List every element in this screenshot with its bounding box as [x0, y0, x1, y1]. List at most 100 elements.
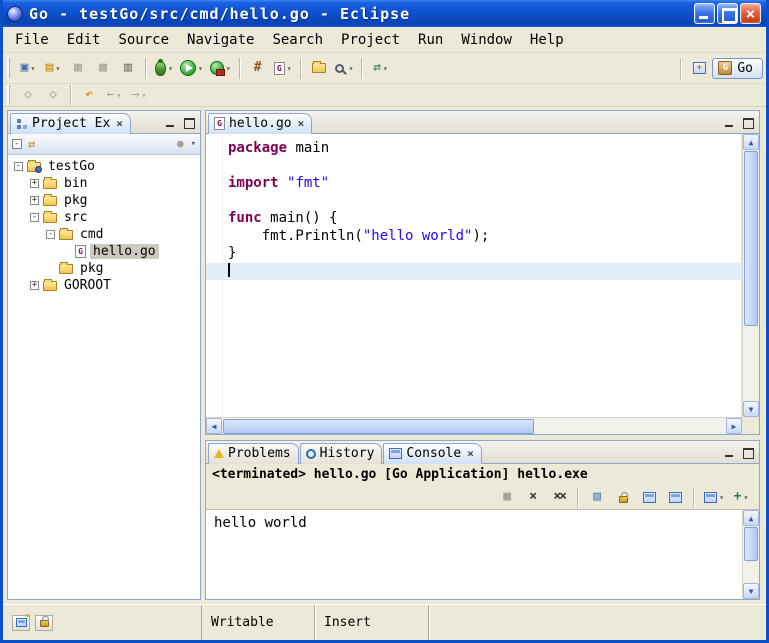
new-go-package-button[interactable]: #: [246, 56, 270, 80]
code-line[interactable]: fmt.Println("hello world");: [206, 228, 741, 246]
menu-edit[interactable]: Edit: [58, 29, 110, 51]
scroll-down-icon[interactable]: ▼: [743, 401, 759, 417]
save-all-button[interactable]: ▩: [91, 56, 115, 80]
titlebar[interactable]: Go - testGo/src/cmd/hello.go - Eclipse: [3, 0, 766, 27]
tab-hello-go[interactable]: G hello.go ×: [208, 113, 312, 134]
save-button[interactable]: ▦: [66, 56, 90, 80]
open-console-button[interactable]: +▾: [729, 485, 753, 509]
tab-problems[interactable]: Problems: [208, 443, 299, 464]
maximize-view-button[interactable]: [740, 446, 755, 459]
scrollbar-thumb[interactable]: [223, 419, 534, 434]
minus-expander-icon[interactable]: -: [14, 162, 23, 171]
external-tools-button[interactable]: ▾: [207, 56, 234, 80]
code-line[interactable]: [206, 158, 741, 176]
new-go-file-button[interactable]: G▾: [271, 56, 295, 80]
maximize-editor-button[interactable]: [740, 116, 755, 129]
minimize-editor-button[interactable]: [722, 116, 737, 129]
toolbar-grip[interactable]: [7, 58, 12, 78]
team-sync-button[interactable]: ⇄▾: [368, 56, 392, 80]
tab-project-explorer[interactable]: Project Ex ×: [10, 113, 131, 134]
tree-item-cmd[interactable]: -cmd: [8, 226, 200, 243]
forward-button[interactable]: →▾: [127, 83, 151, 107]
editor-vertical-scrollbar[interactable]: ▲ ▼: [742, 134, 759, 417]
scroll-down-icon[interactable]: ▼: [743, 583, 759, 599]
code-line[interactable]: package main: [206, 140, 741, 158]
close-icon[interactable]: ×: [298, 117, 305, 130]
back-button[interactable]: ←▾: [102, 83, 126, 107]
code-line[interactable]: import "fmt": [206, 175, 741, 193]
tree-item-pkg[interactable]: pkg: [8, 260, 200, 277]
scroll-lock-button[interactable]: [611, 485, 635, 509]
maximize-view-button[interactable]: [181, 116, 196, 129]
dropdown-icon[interactable]: ▾: [31, 64, 36, 73]
menu-search[interactable]: Search: [263, 29, 332, 51]
tab-history[interactable]: History: [300, 443, 383, 464]
dropdown-icon[interactable]: ▾: [287, 64, 292, 73]
dropdown-icon[interactable]: ▾: [383, 64, 388, 73]
menu-window[interactable]: Window: [452, 29, 521, 51]
close-icon[interactable]: ×: [116, 117, 123, 130]
minimize-view-button[interactable]: [722, 446, 737, 459]
window-minimize-button[interactable]: [694, 3, 715, 24]
view-menu-icon[interactable]: ▾: [191, 139, 196, 149]
toolbar-grip[interactable]: [7, 85, 12, 105]
tree-item-src[interactable]: -src: [8, 209, 200, 226]
scroll-up-icon[interactable]: ▲: [743, 510, 759, 526]
minimize-view-button[interactable]: [163, 116, 178, 129]
dropdown-icon[interactable]: ▾: [719, 493, 724, 502]
scrollbar-thumb[interactable]: [744, 151, 758, 326]
editor-body[interactable]: package main import "fmt" func main() { …: [206, 134, 759, 434]
dropdown-icon[interactable]: ▾: [198, 64, 203, 73]
print-button[interactable]: ▥: [116, 56, 140, 80]
code-line[interactable]: [206, 193, 741, 211]
menu-file[interactable]: File: [6, 29, 58, 51]
plus-expander-icon[interactable]: +: [30, 196, 39, 205]
code-line[interactable]: }: [206, 245, 741, 263]
code-area[interactable]: package main import "fmt" func main() { …: [206, 134, 742, 417]
dropdown-icon[interactable]: ▾: [349, 64, 354, 73]
tree-item-testGo[interactable]: -testGo: [8, 158, 200, 175]
dropdown-icon[interactable]: ▾: [226, 64, 231, 73]
new-project-button[interactable]: ▤▾: [41, 56, 65, 80]
window-close-button[interactable]: [740, 3, 761, 24]
terminate-button[interactable]: ■: [495, 485, 519, 509]
last-edit-location-button[interactable]: ↶: [77, 83, 101, 107]
editor-horizontal-scrollbar[interactable]: ◀ ▶: [206, 417, 742, 434]
clear-console-button[interactable]: ▨: [585, 485, 609, 509]
tree-item-pkg[interactable]: +pkg: [8, 192, 200, 209]
go-perspective-button[interactable]: G Go: [712, 58, 763, 79]
tree-item-GOROOT[interactable]: +GOROOT: [8, 277, 200, 294]
dropdown-icon[interactable]: ▾: [56, 64, 61, 73]
remove-all-launches-button[interactable]: ××: [547, 485, 571, 509]
close-icon[interactable]: ×: [467, 447, 474, 460]
dropdown-icon[interactable]: ▾: [744, 493, 749, 502]
scroll-right-icon[interactable]: ▶: [726, 418, 742, 434]
dropdown-icon[interactable]: ▾: [142, 91, 147, 100]
pin-console-button[interactable]: [637, 485, 661, 509]
menu-help[interactable]: Help: [521, 29, 573, 51]
next-annotation-button[interactable]: ◇: [16, 83, 40, 107]
display-selected-console-button[interactable]: ▾: [701, 485, 727, 509]
dropdown-icon[interactable]: ▾: [117, 91, 122, 100]
dropdown-icon[interactable]: ▾: [168, 64, 173, 73]
show-console-on-output-button[interactable]: [663, 485, 687, 509]
scroll-up-icon[interactable]: ▲: [743, 134, 759, 150]
console-vertical-scrollbar[interactable]: ▲ ▼: [742, 510, 759, 599]
remove-launch-button[interactable]: ×: [521, 485, 545, 509]
customize-view-icon[interactable]: ●: [177, 136, 184, 152]
menu-run[interactable]: Run: [409, 29, 452, 51]
link-with-editor-icon[interactable]: ⇄: [28, 136, 35, 152]
collapse-all-icon[interactable]: -: [12, 139, 22, 149]
window-maximize-button[interactable]: [717, 3, 738, 24]
minus-expander-icon[interactable]: -: [30, 213, 39, 222]
menu-source[interactable]: Source: [109, 29, 178, 51]
menu-navigate[interactable]: Navigate: [178, 29, 263, 51]
code-line[interactable]: [206, 263, 741, 281]
plus-expander-icon[interactable]: +: [30, 179, 39, 188]
tab-console[interactable]: Console×: [383, 443, 481, 464]
scrollbar-thumb[interactable]: [744, 527, 758, 561]
trim-lock-icon[interactable]: [35, 615, 53, 631]
debug-button[interactable]: ▾: [152, 56, 176, 80]
new-wizard-button[interactable]: ▣▾: [16, 56, 40, 80]
minus-expander-icon[interactable]: -: [46, 230, 55, 239]
